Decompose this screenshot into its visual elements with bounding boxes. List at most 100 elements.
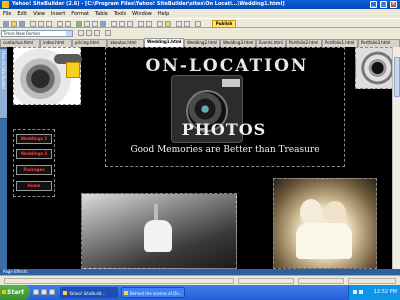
menu-bar: File Edit View Insert Format Table Tools… xyxy=(0,9,400,18)
open-folder-icon[interactable] xyxy=(11,21,17,27)
nav-home-button[interactable]: Home xyxy=(16,181,52,191)
tab-portfolio3[interactable]: Portfolio3.html xyxy=(358,39,400,47)
minimize-button[interactable]: _ xyxy=(370,1,377,8)
main-toolbar: Publish xyxy=(0,18,400,28)
status-cell-zoom xyxy=(348,278,396,284)
send-backward-icon[interactable] xyxy=(146,21,152,27)
menu-table[interactable]: Table xyxy=(95,11,108,17)
sitebuilder-task-icon xyxy=(63,291,67,295)
format-toolbar: Times New Roman xyxy=(0,28,400,38)
quick-launch-media-icon[interactable] xyxy=(49,289,55,295)
align-left-icon[interactable] xyxy=(111,21,117,27)
menu-file[interactable]: File xyxy=(3,11,11,17)
menu-format[interactable]: Format xyxy=(71,11,89,17)
bring-forward-icon[interactable] xyxy=(138,21,144,27)
how-to-tab-label: How to Site Builder xyxy=(1,51,6,90)
help-icon[interactable] xyxy=(195,21,201,27)
insert-link-icon[interactable] xyxy=(100,21,106,27)
quick-launch-desktop-icon[interactable] xyxy=(41,289,47,295)
grid-icon[interactable] xyxy=(176,21,182,27)
tab-wedding2[interactable]: Wedding2.html xyxy=(184,39,220,47)
bold-icon[interactable] xyxy=(78,30,84,36)
bouquet-photo[interactable] xyxy=(81,193,237,269)
network-icon[interactable] xyxy=(353,290,357,294)
nav-weddings-2-button[interactable]: Weddings 2 xyxy=(16,134,52,144)
menu-tools[interactable]: Tools xyxy=(114,11,126,17)
page-effects-label: Page Effects xyxy=(3,269,28,274)
copy-icon[interactable] xyxy=(38,21,44,27)
tab-contactus[interactable]: contactus.html xyxy=(0,39,40,47)
quick-launch-ie-icon[interactable] xyxy=(33,289,39,295)
taskbar-item-label: Yahoo! SiteBuild... xyxy=(69,291,106,296)
page-subtitle[interactable]: PHOTOS xyxy=(179,120,269,139)
scrollbar-thumb[interactable] xyxy=(394,57,400,97)
zoom-icon[interactable] xyxy=(184,21,190,27)
menu-insert[interactable]: Insert xyxy=(51,11,65,17)
close-button[interactable]: × xyxy=(390,1,397,8)
vertical-scrollbar[interactable] xyxy=(392,47,400,269)
cut-icon[interactable] xyxy=(30,21,36,27)
menu-help[interactable]: Help xyxy=(158,11,169,17)
text-color-icon[interactable] xyxy=(105,30,111,36)
insert-table-icon[interactable] xyxy=(92,21,98,27)
tab-aboutus[interactable]: aboutus.html xyxy=(107,39,144,47)
tab-pricing[interactable]: pricing.html xyxy=(72,39,107,47)
undo-icon[interactable] xyxy=(57,21,63,27)
taskbar-item-label: Behind the scenes of On... xyxy=(130,291,183,296)
taskbar-item-sitebuilder[interactable]: Yahoo! SiteBuild... xyxy=(60,287,118,298)
camera-flash-shape xyxy=(222,79,240,87)
status-cell-position xyxy=(298,278,344,284)
camera-strap-photo[interactable] xyxy=(13,47,82,105)
font-select[interactable]: Times New Roman xyxy=(1,30,73,37)
page-title[interactable]: ON-LOCATION xyxy=(119,56,335,76)
menu-view[interactable]: View xyxy=(33,11,45,17)
nav-packages-button[interactable]: Packages xyxy=(16,165,52,175)
volume-icon[interactable] xyxy=(359,290,363,294)
save-icon[interactable] xyxy=(19,21,25,27)
bride-figure-shape xyxy=(324,201,346,225)
taskbar: Start Yahoo! SiteBuild... Behind the sce… xyxy=(0,285,400,300)
windows-flag-icon xyxy=(2,290,6,294)
nav-weddings-3-button[interactable]: Weddings 3 xyxy=(16,149,52,159)
left-side-panel: How to Site Builder xyxy=(0,47,7,269)
figurine-body-shape xyxy=(296,223,352,259)
underline-icon[interactable] xyxy=(94,30,100,36)
hand-shape xyxy=(144,220,172,252)
new-file-icon[interactable] xyxy=(3,21,9,27)
system-tray: 12:52 PM xyxy=(348,285,400,300)
start-button[interactable]: Start xyxy=(0,285,30,300)
taskbar-item-browser[interactable]: Behind the scenes of On... xyxy=(121,287,185,298)
how-to-tab[interactable]: How to Site Builder xyxy=(0,49,7,119)
maximize-button[interactable]: □ xyxy=(380,1,387,8)
film-roll-shape xyxy=(66,62,80,78)
tab-wedding3[interactable]: Wedding3.html xyxy=(220,39,256,47)
align-center-icon[interactable] xyxy=(119,21,125,27)
tab-portfolio1[interactable]: Portfolio1.html xyxy=(322,39,358,47)
lens-photo[interactable] xyxy=(355,47,392,89)
align-right-icon[interactable] xyxy=(127,21,133,27)
page-tagline[interactable]: Good Memories are Better than Treasure xyxy=(111,145,339,155)
status-cell-size xyxy=(238,278,294,284)
file-tabs: contactus.html index.html pricing.html a… xyxy=(0,38,400,47)
tab-portfolio2[interactable]: Portfolio2.html xyxy=(286,39,322,47)
redo-icon[interactable] xyxy=(65,21,71,27)
paste-icon[interactable] xyxy=(46,21,52,27)
spell-check-icon[interactable] xyxy=(165,21,171,27)
italic-icon[interactable] xyxy=(86,30,92,36)
tab-index[interactable]: index.html xyxy=(40,39,72,47)
font-select-value: Times New Roman xyxy=(3,31,41,36)
chevron-down-icon[interactable] xyxy=(66,31,72,36)
menu-window[interactable]: Window xyxy=(132,11,152,17)
browser-task-icon xyxy=(124,291,128,295)
publish-button[interactable]: Publish xyxy=(212,20,236,28)
page-canvas[interactable]: ON-LOCATION PHOTOS Good Memories are Bet… xyxy=(7,47,392,269)
couple-figurine-photo[interactable] xyxy=(273,178,377,269)
menu-edit[interactable]: Edit xyxy=(17,11,27,17)
insert-text-icon[interactable] xyxy=(84,21,90,27)
tray-clock[interactable]: 12:52 PM xyxy=(374,285,397,300)
tab-events[interactable]: Events.html xyxy=(256,39,286,47)
status-cell-main xyxy=(4,278,234,284)
tab-wedding1[interactable]: Wedding1.html xyxy=(144,38,184,47)
insert-image-icon[interactable] xyxy=(76,21,82,27)
preview-icon[interactable] xyxy=(157,21,163,27)
